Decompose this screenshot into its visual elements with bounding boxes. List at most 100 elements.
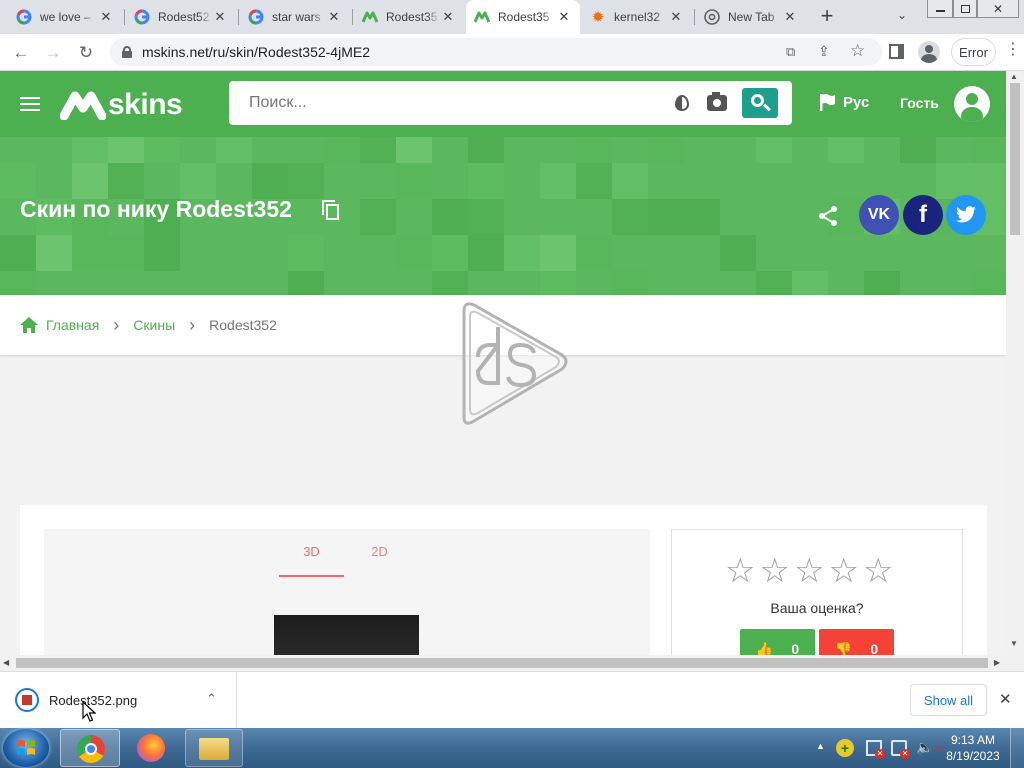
banner-pixel [756, 271, 792, 295]
copy-icon[interactable] [322, 200, 340, 220]
side-panel-icon[interactable] [889, 44, 904, 59]
clock[interactable]: 9:13 AM 8/19/2023 [944, 732, 1002, 764]
banner-pixel [792, 271, 828, 295]
windows-taskbar: ▲ + ✕ ✕ 🔈✕ 9:13 AM 8/19/2023 [0, 728, 1024, 768]
profile-error-button[interactable]: Error [951, 38, 996, 66]
tab-title: New Tab [728, 10, 775, 24]
google-g-icon [16, 9, 32, 25]
vertical-scroll-thumb[interactable] [1010, 83, 1020, 235]
star-icon[interactable]: ☆ [725, 554, 755, 588]
show-desktop-button[interactable] [1010, 728, 1024, 768]
gear-icon: ✹ [591, 9, 605, 26]
close-download-bar-icon[interactable]: ✕ [999, 690, 1012, 708]
close-icon[interactable]: ✕ [212, 9, 228, 25]
forward-button[interactable]: → [41, 41, 65, 65]
download-item[interactable]: Rodest352.png ⌃ [0, 672, 237, 728]
tab-6[interactable]: ✹ kernel32 ✕ [582, 0, 692, 34]
camera-icon[interactable] [707, 92, 727, 111]
menu-dots-icon[interactable]: ⋮ [1005, 42, 1021, 58]
twitter-share-icon[interactable] [946, 195, 986, 235]
tab-title: Rodest52 [158, 10, 210, 24]
taskbar-firefox[interactable] [125, 729, 180, 767]
network-icon[interactable]: ✕ [891, 740, 910, 759]
horizontal-scroll-thumb[interactable] [16, 658, 988, 668]
share-icon[interactable] [817, 205, 839, 227]
color-contrast-icon[interactable] [675, 95, 689, 111]
star-icon[interactable]: ☆ [759, 554, 789, 588]
search-input[interactable] [229, 81, 659, 125]
close-icon[interactable]: ✕ [556, 9, 572, 25]
star-icon[interactable]: ☆ [794, 554, 824, 588]
tab-5-active[interactable]: Rodest35 ✕ [466, 0, 580, 34]
like-button[interactable]: 👍 0 [740, 629, 815, 655]
vertical-scrollbar[interactable]: ▲ ▼ [1006, 71, 1024, 655]
volume-muted-icon[interactable]: 🔈✕ [916, 739, 942, 756]
breadcrumb-home[interactable]: Главная [46, 317, 99, 333]
bookmark-star-icon[interactable]: ☆ [850, 41, 865, 61]
watermark-logo [462, 302, 568, 425]
guest-label[interactable]: Гость [900, 95, 939, 111]
horizontal-scrollbar[interactable]: ◀ ▶ [0, 655, 1024, 671]
close-window-button[interactable]: ✕ [977, 0, 1019, 18]
user-avatar-icon[interactable] [954, 86, 990, 122]
tab-1[interactable]: we love – ✕ [8, 0, 122, 34]
banner-pixel [360, 137, 396, 163]
new-tab-button[interactable]: + [816, 5, 838, 27]
dislike-button[interactable]: 👎 0 [819, 629, 894, 655]
banner-pixel [72, 235, 108, 271]
profile-icon[interactable] [918, 41, 940, 63]
show-hidden-icons-icon[interactable]: ▲ [816, 741, 825, 751]
banner-pixel [432, 271, 468, 295]
scroll-left-arrow-icon[interactable]: ◀ [3, 658, 9, 667]
lock-icon[interactable] [122, 46, 132, 58]
banner-pixel [468, 163, 504, 199]
chrome-icon [704, 9, 720, 25]
translate-icon[interactable]: ⧉ [786, 44, 795, 60]
address-bar[interactable]: mskins.net/ru/skin/Rodest352-4jME2 ⧉ ⇪ ☆ [110, 38, 882, 66]
reload-button[interactable]: ↻ [74, 41, 98, 65]
banner-pixel [576, 163, 612, 199]
star-icon[interactable]: ☆ [863, 554, 893, 588]
banner-pixel [360, 199, 396, 235]
banner-pixel [180, 163, 216, 199]
scroll-down-arrow-icon[interactable]: ▼ [1010, 639, 1018, 648]
facebook-share-icon[interactable]: f [903, 195, 943, 235]
site-logo[interactable]: skins [60, 88, 183, 122]
tab-4[interactable]: Rodest35 ✕ [354, 0, 464, 34]
tab-2d[interactable]: 2D [347, 529, 412, 577]
close-icon[interactable]: ✕ [782, 9, 798, 25]
taskbar-explorer[interactable] [185, 729, 243, 767]
close-icon[interactable]: ✕ [440, 9, 456, 25]
search-button[interactable] [742, 88, 778, 118]
tab-3[interactable]: star wars ✕ [240, 0, 350, 34]
taskbar-chrome[interactable] [60, 729, 120, 767]
tab-search-chevron-icon[interactable]: ⌄ [897, 8, 907, 22]
home-icon[interactable] [20, 317, 38, 333]
back-button[interactable]: ← [9, 41, 33, 65]
tab-7[interactable]: New Tab ✕ [696, 0, 806, 34]
scroll-up-arrow-icon[interactable]: ▲ [1010, 72, 1018, 81]
show-all-button[interactable]: Show all [910, 684, 987, 716]
chevron-up-icon[interactable]: ⌃ [206, 691, 217, 707]
tab-title: Rodest35 [386, 10, 438, 24]
start-button[interactable] [3, 729, 49, 767]
language-selector[interactable]: Рус [819, 93, 869, 111]
tab-3d[interactable]: 3D [279, 529, 344, 577]
minimize-button[interactable] [927, 0, 953, 18]
close-icon[interactable]: ✕ [326, 9, 342, 25]
scroll-right-arrow-icon[interactable]: ▶ [994, 658, 1000, 667]
star-icon[interactable]: ☆ [828, 554, 858, 588]
vk-share-icon[interactable]: VK [859, 195, 899, 235]
close-icon[interactable]: ✕ [668, 9, 684, 25]
skin-3d-model[interactable] [274, 615, 419, 655]
update-tray-icon[interactable]: + [836, 739, 854, 757]
breadcrumb-skins[interactable]: Скины [133, 317, 175, 333]
share-icon[interactable]: ⇪ [818, 43, 830, 60]
action-center-flag-icon[interactable]: ✕ [866, 740, 885, 759]
tab-title: we love – [40, 10, 91, 24]
hamburger-menu-icon[interactable] [20, 97, 40, 111]
close-icon[interactable]: ✕ [98, 9, 114, 25]
restore-button[interactable] [953, 0, 977, 18]
banner-pixel [324, 137, 360, 163]
tab-2[interactable]: Rodest52 ✕ [126, 0, 236, 34]
